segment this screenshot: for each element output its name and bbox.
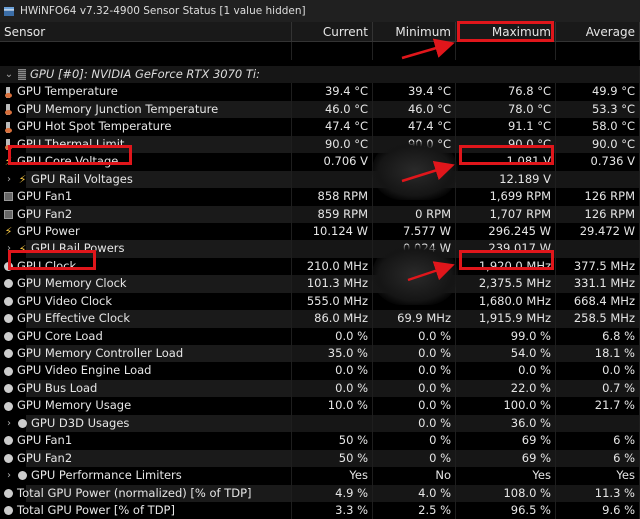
arrow-clock xyxy=(407,261,455,282)
annotation-arrows xyxy=(401,38,455,282)
arrow-maximum xyxy=(401,38,455,60)
arrow-voltage xyxy=(401,160,455,183)
